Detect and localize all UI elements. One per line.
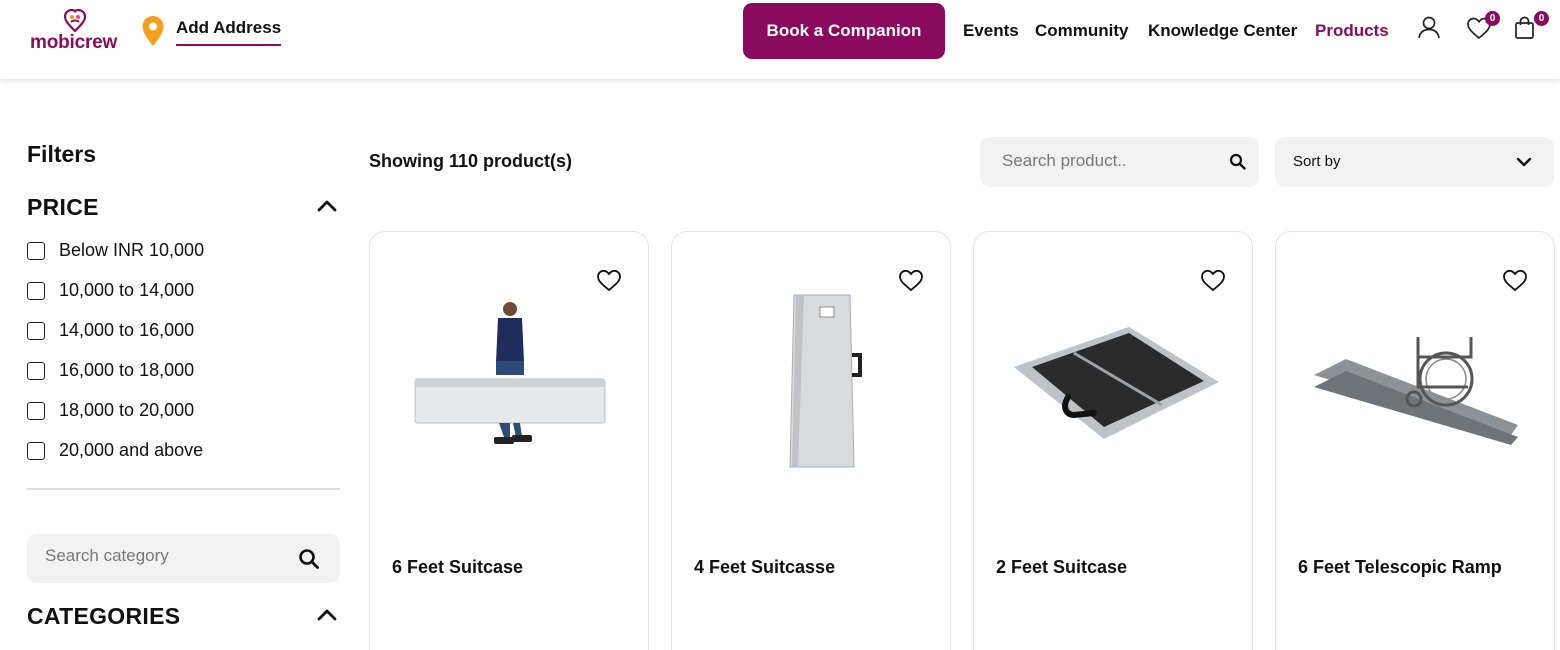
price-option[interactable]: Below INR 10,000 (27, 240, 204, 261)
product-image (789, 294, 862, 468)
cart-count-badge: 0 (1534, 11, 1549, 26)
product-name[interactable]: 2 Feet Suitcase (996, 557, 1127, 578)
product-card[interactable]: 4 Feet Suitcasse (671, 231, 951, 650)
price-option[interactable]: 20,000 and above (27, 440, 203, 461)
checkbox[interactable] (27, 361, 45, 380)
product-image (1314, 337, 1518, 445)
logo[interactable]: mobicrew (30, 6, 122, 53)
sort-dropdown[interactable]: Sort by (1275, 137, 1554, 187)
price-option-label: Below INR 10,000 (59, 240, 205, 260)
price-section-title[interactable]: PRICE (27, 194, 99, 221)
filters-title: Filters (27, 141, 97, 167)
search-icon[interactable] (298, 548, 320, 570)
checkbox[interactable] (27, 401, 45, 420)
chevron-down-icon (1516, 157, 1532, 167)
product-name[interactable]: 4 Feet Suitcasse (694, 557, 835, 578)
product-card[interactable]: 6 Feet Telescopic Ramp (1275, 231, 1555, 650)
product-name[interactable]: 6 Feet Telescopic Ramp (1298, 557, 1502, 578)
product-search (980, 137, 1259, 187)
nav-community[interactable]: Community (1035, 21, 1129, 41)
product-image (1014, 327, 1219, 439)
categories-section-title[interactable]: CATEGORIES (27, 603, 180, 630)
wishlist-count-badge: 0 (1485, 11, 1500, 26)
nav-products[interactable]: Products (1315, 21, 1389, 41)
checkbox[interactable] (27, 321, 45, 340)
price-option[interactable]: 14,000 to 16,000 (27, 320, 194, 341)
add-address-link[interactable]: Add Address (176, 18, 282, 46)
product-name[interactable]: 6 Feet Suitcase (392, 557, 523, 578)
header: mobicrew Add Address Book a Companion Ev… (0, 0, 1560, 79)
price-option[interactable]: 10,000 to 14,000 (27, 280, 194, 301)
product-image (414, 302, 606, 444)
book-companion-button[interactable]: Book a Companion (743, 3, 945, 59)
checkbox[interactable] (27, 241, 45, 260)
sort-label: Sort by (1293, 153, 1341, 170)
price-option[interactable]: 16,000 to 18,000 (27, 360, 194, 381)
price-option-label: 16,000 to 18,000 (59, 360, 195, 380)
product-card[interactable]: 2 Feet Suitcase (973, 231, 1253, 650)
price-option[interactable]: 18,000 to 20,000 (27, 400, 194, 421)
cart-button[interactable]: 0 (1512, 11, 1549, 42)
search-icon[interactable] (1229, 153, 1246, 170)
price-option-label: 18,000 to 20,000 (59, 400, 195, 420)
nav-events[interactable]: Events (963, 21, 1019, 41)
logo-mark-icon (63, 8, 87, 32)
chevron-up-icon[interactable] (316, 608, 338, 622)
chevron-up-icon[interactable] (316, 199, 338, 213)
product-search-input[interactable] (1002, 151, 1222, 171)
price-option-label: 20,000 and above (59, 440, 204, 460)
category-search (27, 534, 340, 583)
price-option-label: 14,000 to 16,000 (59, 320, 195, 340)
nav-knowledge-center[interactable]: Knowledge Center (1148, 21, 1297, 41)
wishlist-button[interactable]: 0 (1465, 11, 1500, 42)
category-search-input[interactable] (45, 546, 285, 566)
user-icon[interactable] (1415, 14, 1443, 42)
product-card[interactable]: 6 Feet Suitcase (369, 231, 649, 650)
brand-name: mobicrew (30, 32, 118, 53)
price-option-label: 10,000 to 14,000 (59, 280, 195, 300)
location-pin-icon (142, 16, 164, 46)
divider (27, 488, 340, 490)
results-count: Showing 110 product(s) (369, 151, 573, 171)
checkbox[interactable] (27, 281, 45, 300)
checkbox[interactable] (27, 441, 45, 460)
